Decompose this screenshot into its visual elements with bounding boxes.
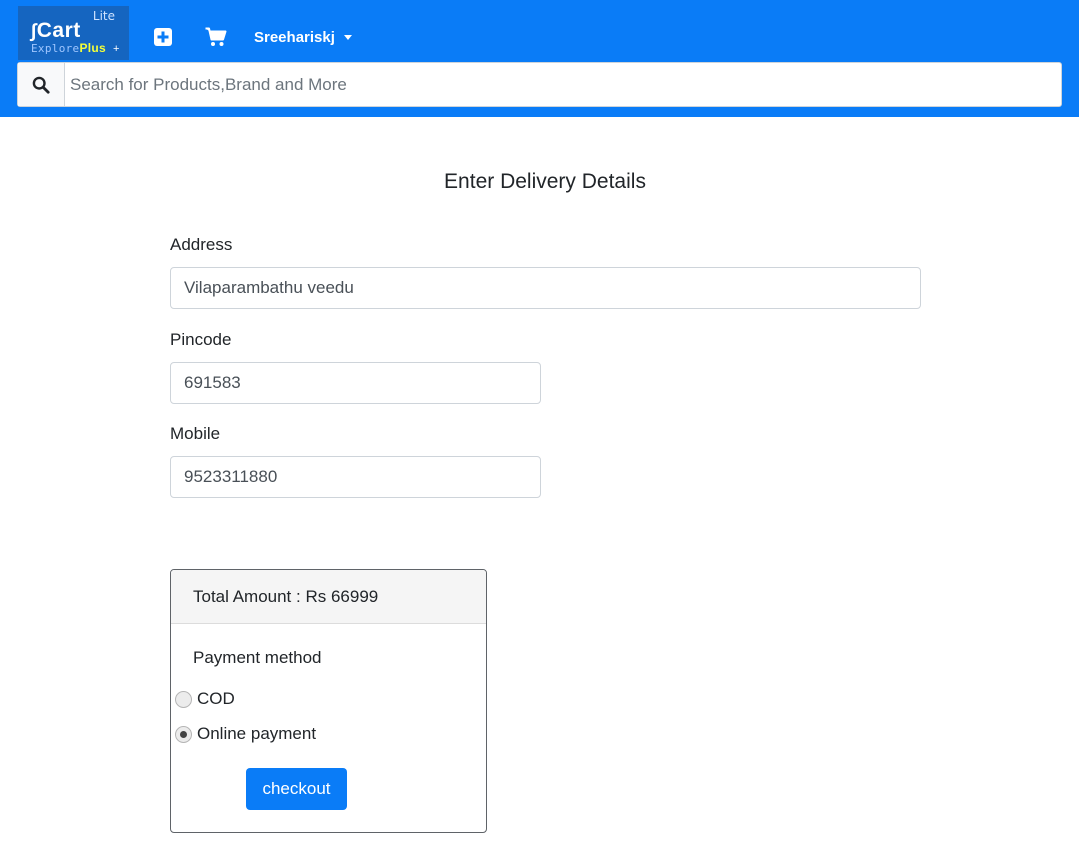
logo-badge: Lite: [92, 9, 115, 23]
cod-radio[interactable]: [175, 690, 192, 708]
shopping-cart-icon[interactable]: [205, 27, 227, 47]
checkout-button[interactable]: checkout: [246, 768, 347, 810]
pincode-field[interactable]: [170, 362, 541, 404]
logo-tagline: ExplorePlus +: [31, 41, 120, 55]
plus-square-icon[interactable]: [153, 27, 175, 47]
address-field[interactable]: [170, 267, 921, 309]
pincode-label: Pincode: [170, 330, 232, 349]
logo-name: ∫Cart: [31, 19, 81, 42]
user-name: Sreehariskj: [254, 28, 335, 46]
user-dropdown[interactable]: Sreehariskj: [254, 27, 352, 47]
total-amount: Total Amount : Rs 66999: [171, 570, 486, 624]
mobile-field[interactable]: [170, 456, 541, 498]
top-navbar: Lite ∫Cart ExplorePlus + Sreehariskj: [0, 0, 1079, 117]
radio-selected-dot: [180, 730, 187, 738]
search-input[interactable]: [65, 63, 1061, 106]
payment-method-heading: Payment method: [193, 648, 322, 667]
address-label: Address: [170, 235, 233, 254]
online-payment-label: Online payment: [197, 724, 317, 743]
search-bar: [17, 62, 1062, 107]
payment-option-cod[interactable]: COD: [175, 689, 235, 709]
payment-option-online[interactable]: Online payment: [175, 724, 316, 744]
cod-label: COD: [197, 689, 235, 708]
online-payment-radio[interactable]: [175, 725, 192, 743]
brand-logo[interactable]: Lite ∫Cart ExplorePlus +: [18, 6, 129, 60]
search-icon: [32, 76, 50, 94]
order-summary-card: Total Amount : Rs 66999 Payment method C…: [170, 569, 487, 833]
search-button[interactable]: [18, 63, 65, 106]
page-title: Enter Delivery Details: [444, 170, 646, 193]
chevron-down-icon: [343, 34, 352, 40]
mobile-label: Mobile: [170, 424, 221, 443]
